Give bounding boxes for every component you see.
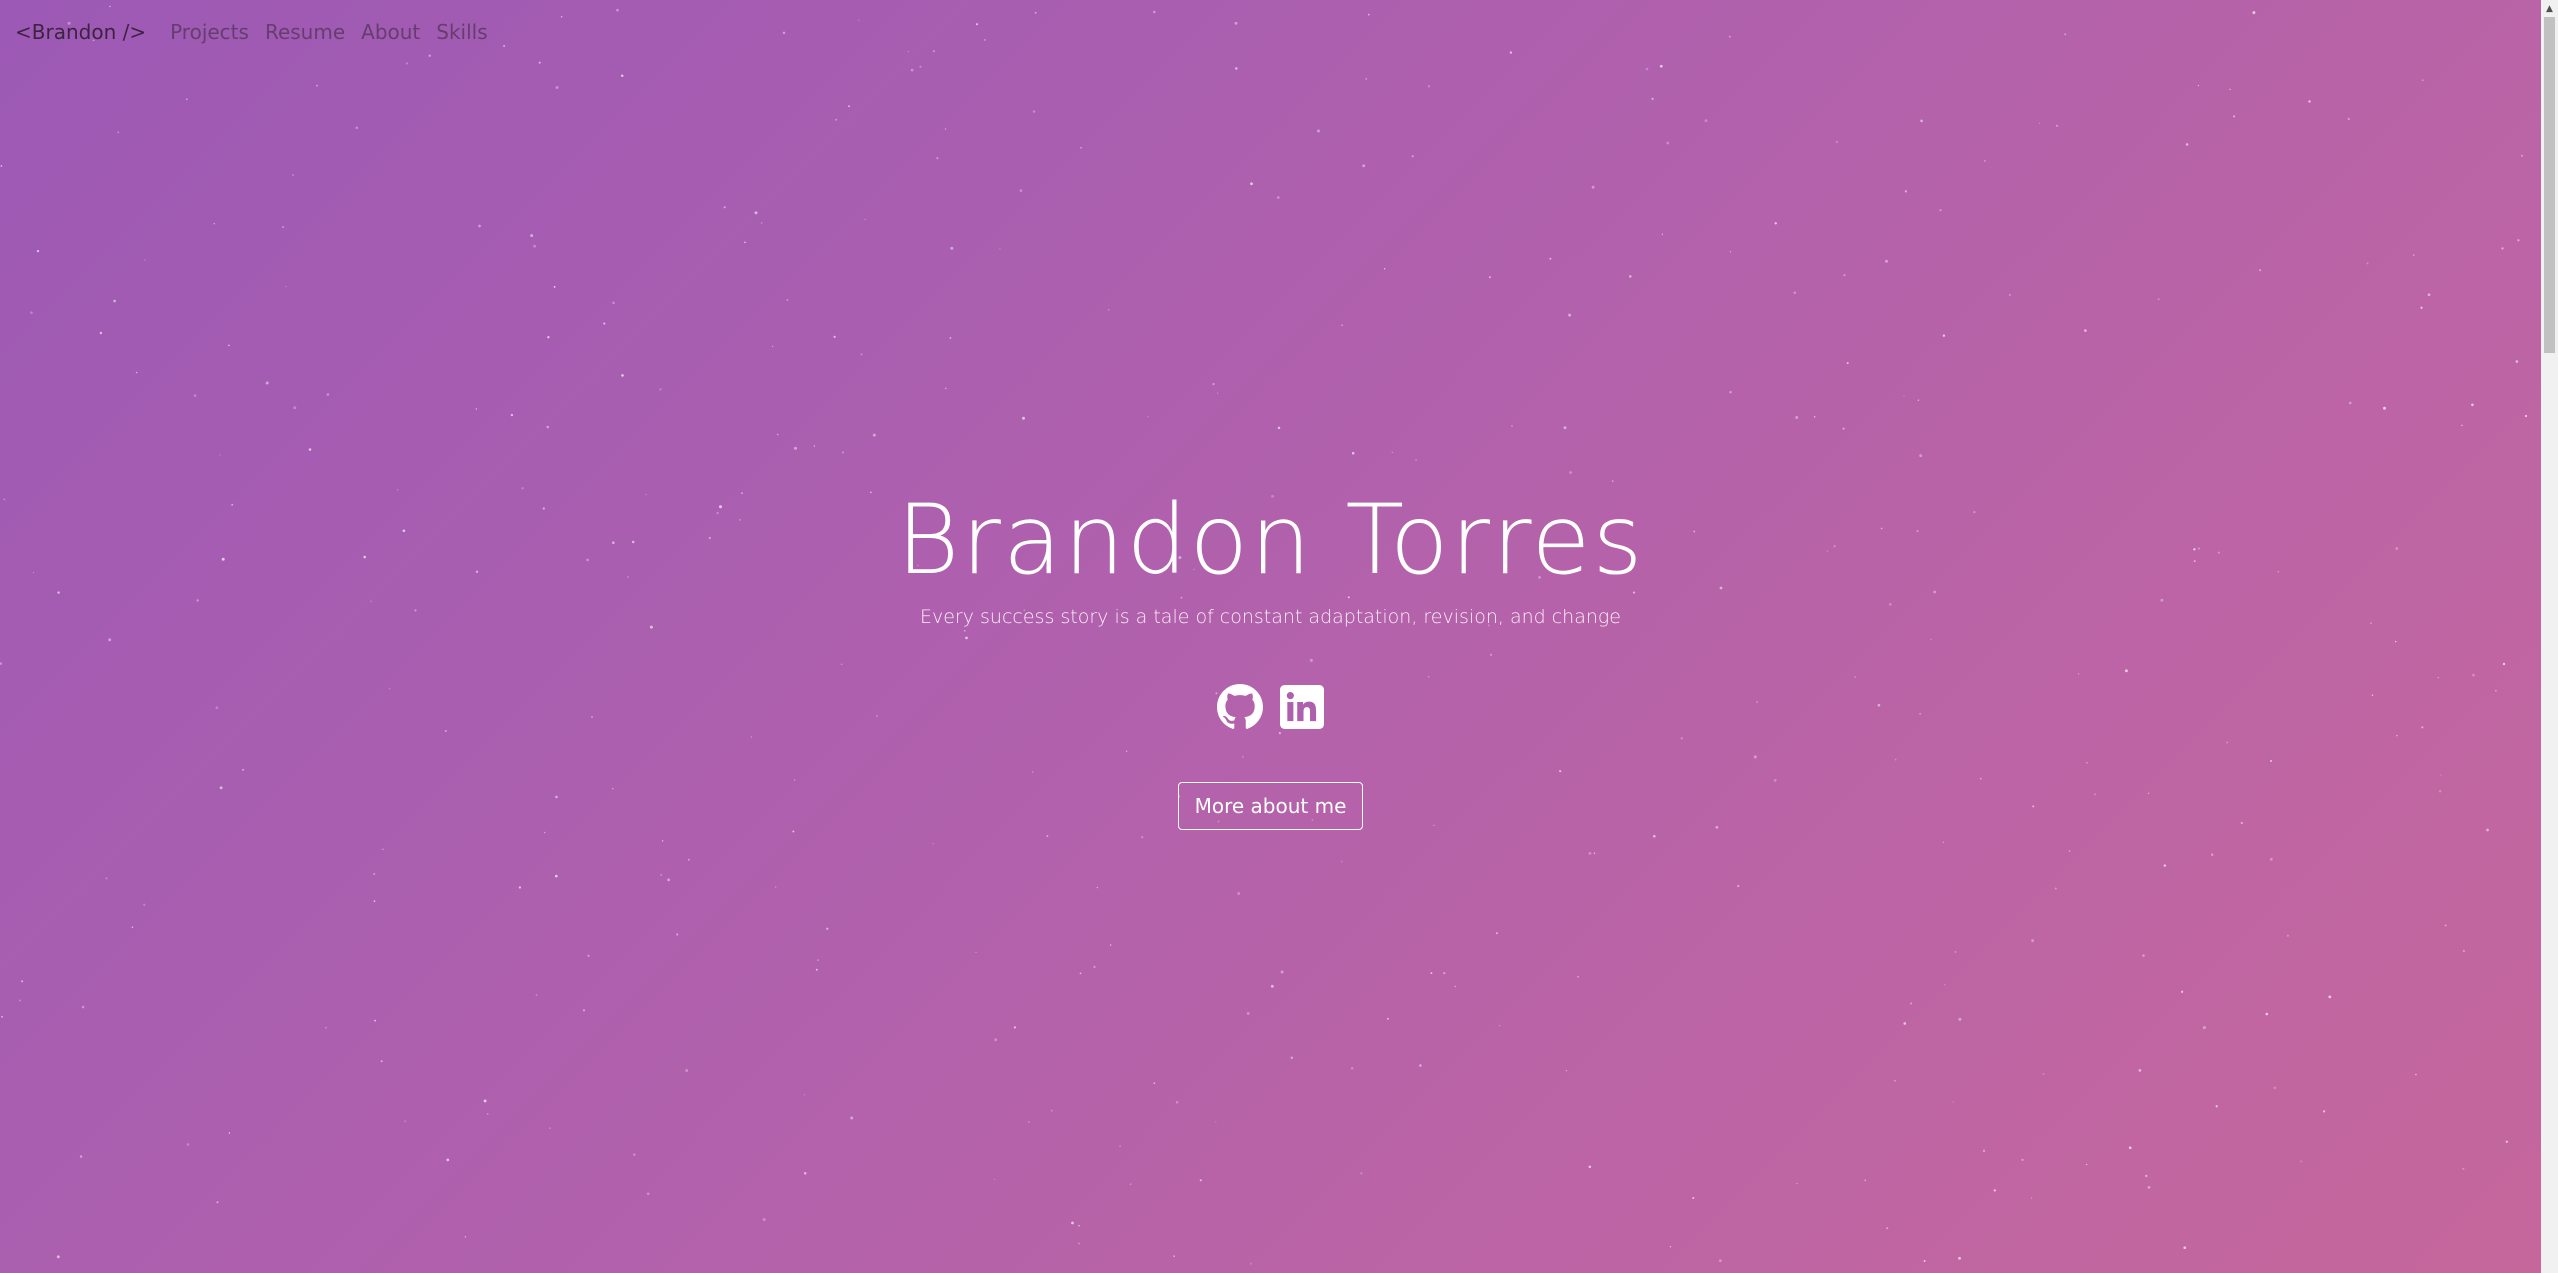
nav-link-projects[interactable]: Projects	[170, 20, 249, 44]
scrollbar-thumb[interactable]	[2544, 17, 2555, 353]
more-about-me-button[interactable]: More about me	[1177, 782, 1364, 830]
nav-link-about[interactable]: About	[361, 20, 420, 44]
brand-logo[interactable]: <Brandon />	[15, 20, 146, 44]
scroll-up-arrow-icon[interactable]: ▲	[2541, 0, 2558, 17]
social-links	[0, 684, 2541, 734]
hero-name: Brandon Torres	[896, 484, 1645, 596]
hero-section: Brandon Torres Every success story is a …	[0, 478, 2541, 830]
hero-tagline: Every success story is a tale of constan…	[919, 606, 1621, 628]
linkedin-link[interactable]	[1279, 685, 1325, 733]
github-icon	[1216, 684, 1263, 734]
nav-link-resume[interactable]: Resume	[265, 20, 345, 44]
github-link[interactable]	[1216, 684, 1263, 734]
navbar: <Brandon /> Projects Resume About Skills	[15, 14, 504, 50]
page-scrollbar[interactable]: ▲	[2541, 0, 2558, 1273]
nav-link-skills[interactable]: Skills	[436, 20, 487, 44]
linkedin-icon	[1279, 685, 1324, 733]
